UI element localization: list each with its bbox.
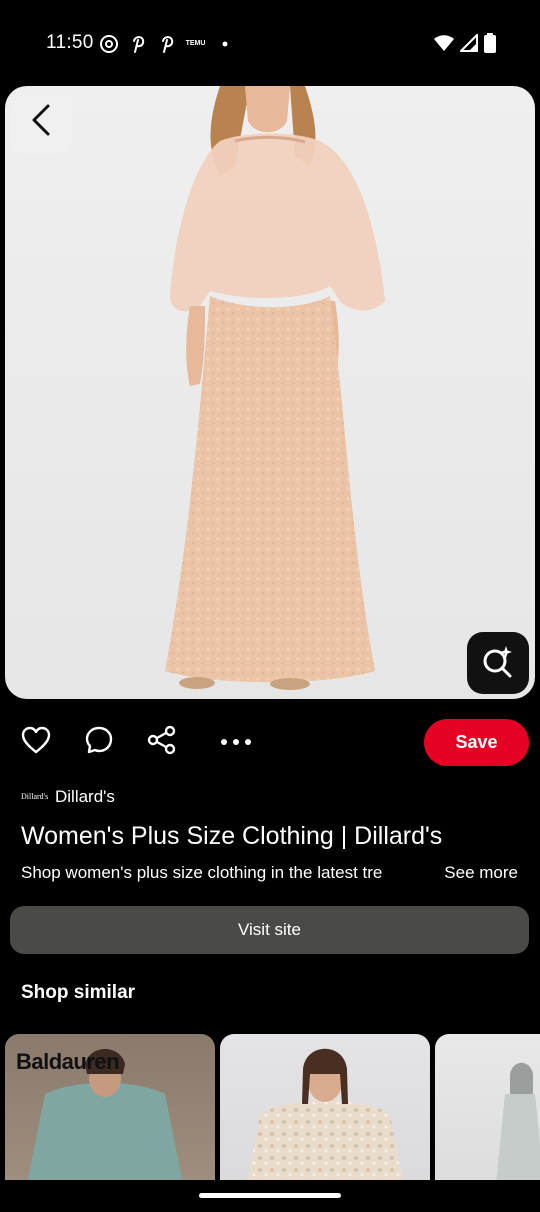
status-bar: 11:50 TEMU xyxy=(0,0,540,86)
status-time: 11:50 xyxy=(46,32,94,53)
more-icon xyxy=(220,733,252,751)
source-name[interactable]: Dillard's xyxy=(55,787,115,807)
share-button[interactable] xyxy=(147,725,177,760)
comment-icon xyxy=(84,725,114,760)
home-indicator[interactable] xyxy=(199,1193,341,1198)
temu-label: TEMU xyxy=(185,39,206,47)
comment-button[interactable] xyxy=(84,725,114,760)
pinterest-icon xyxy=(156,33,177,54)
pin-description: Shop women's plus size clothing in the l… xyxy=(21,863,521,887)
threads-icon xyxy=(98,33,119,54)
heart-icon xyxy=(21,726,51,759)
chevron-left-icon xyxy=(30,103,54,142)
pin-title: Women's Plus Size Clothing | Dillard's xyxy=(21,822,443,850)
see-more-link[interactable]: See more xyxy=(444,863,518,883)
shop-similar-heading: Shop similar xyxy=(21,982,136,1003)
product-card[interactable] xyxy=(220,1034,430,1180)
visit-site-button[interactable]: Visit site xyxy=(10,906,529,954)
visual-search-icon xyxy=(481,644,515,683)
visual-search-button[interactable] xyxy=(467,632,529,694)
pinterest-icon xyxy=(127,33,148,54)
system-icons xyxy=(434,32,496,58)
pin-actions: Save xyxy=(0,719,540,766)
product-image xyxy=(496,1062,540,1180)
wifi-icon xyxy=(434,34,454,57)
share-icon xyxy=(147,725,177,760)
pin-source[interactable]: Dillard's Dillard's xyxy=(21,787,115,807)
notification-icons: TEMU xyxy=(98,33,235,54)
card-brand: Baldauren xyxy=(16,1049,120,1074)
dot-icon xyxy=(214,33,235,54)
signal-icon xyxy=(458,32,478,57)
description-text: Shop women's plus size clothing in the l… xyxy=(21,863,383,882)
shop-similar-carousel[interactable]: Baldauren xyxy=(5,1034,540,1180)
back-button[interactable] xyxy=(10,91,73,154)
source-logo: Dillard's xyxy=(21,792,49,801)
save-button[interactable]: Save xyxy=(424,719,529,766)
pin-image[interactable] xyxy=(5,86,535,699)
more-options-button[interactable] xyxy=(220,727,252,757)
product-card[interactable] xyxy=(435,1034,540,1180)
product-card[interactable]: Baldauren xyxy=(5,1034,215,1180)
product-photo xyxy=(165,86,385,690)
battery-icon xyxy=(484,33,496,58)
temu-icon: TEMU xyxy=(185,33,206,54)
like-button[interactable] xyxy=(21,726,51,759)
product-image xyxy=(247,1048,403,1180)
